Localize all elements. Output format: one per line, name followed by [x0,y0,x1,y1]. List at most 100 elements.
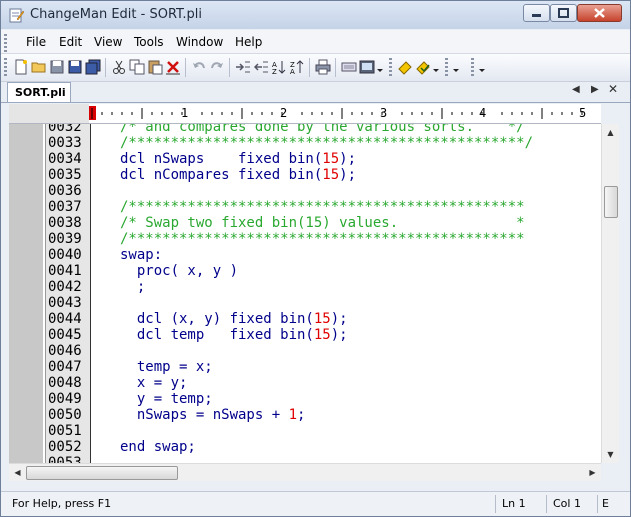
outdent-icon[interactable] [253,59,269,75]
menu-view[interactable]: View [94,35,122,49]
toolbar-grip[interactable] [389,58,392,77]
code-editor[interactable]: 0032 /* and compares done by the various … [9,124,601,463]
ruler-mark: 5 [579,106,587,120]
code-line[interactable]: dcl temp fixed bin(15); [120,327,348,343]
status-separator [597,495,598,513]
code-line[interactable]: /***************************************… [120,135,533,151]
code-line[interactable]: temp = x; [120,359,213,375]
menu-grip[interactable] [4,34,7,53]
save-icon[interactable] [49,59,65,75]
code-text-tail: ); [330,311,348,327]
sort-ascending-icon[interactable]: AZ [271,59,287,76]
bookmark-icon[interactable] [397,59,413,75]
tab-scroll-left-icon[interactable]: ◀ [572,84,580,95]
tab-bar: SORT.pli ◀ ▶ ✕ [1,82,630,103]
ruler-mark: 3 [380,106,388,120]
terminal-icon[interactable] [359,59,375,75]
vertical-scroll-thumb[interactable] [604,186,618,218]
toolbar-separator [185,58,186,77]
tab-sort-pli[interactable]: SORT.pli [7,82,71,102]
line-number: 0043 [48,295,82,311]
toolbar-grip[interactable] [445,58,448,77]
code-line[interactable]: x = y; [120,375,188,391]
horizontal-scroll-thumb[interactable] [26,466,178,480]
code-text: /* and compares done by the various sort… [120,124,525,135]
code-line[interactable]: end swap; [120,439,196,455]
code-line[interactable]: /***************************************… [120,231,525,247]
code-text: /* Swap two fixed bin(15) values. * [120,215,525,231]
indent-icon[interactable] [235,59,251,75]
code-line[interactable]: /* and compares done by the various sort… [120,124,525,135]
tab-scroll-right-icon[interactable]: ▶ [591,84,599,95]
code-line[interactable]: dcl nSwaps fixed bin(15); [120,151,356,167]
menu-help[interactable]: Help [235,35,262,49]
paste-icon[interactable] [147,59,163,75]
line-number: 0035 [48,167,82,183]
code-line[interactable]: ; [120,279,145,295]
editor-gutter[interactable] [9,124,43,463]
redo-icon[interactable] [209,59,225,75]
menu-tools[interactable]: Tools [134,35,164,49]
numeric-literal: 15 [322,151,340,167]
scroll-right-icon[interactable]: ▶ [584,464,601,481]
maximize-button[interactable] [550,4,577,22]
code-line[interactable]: proc( x, y ) [120,263,238,279]
tab-label: SORT.pli [15,86,66,99]
menu-bar: File Edit View Tools Window Help [1,30,630,54]
code-text: dcl nSwaps fixed bin( [120,151,323,167]
line-number: 0040 [48,247,82,263]
code-line[interactable]: nSwaps = nSwaps + 1; [120,407,306,423]
menu-window[interactable]: Window [176,35,223,49]
app-icon [8,7,25,23]
keyboard-icon[interactable] [341,59,357,75]
window-title: ChangeMan Edit - SORT.pli [30,7,203,22]
dropdown-arrow-icon[interactable] [479,59,495,75]
vertical-scrollbar[interactable]: ▲ ▼ [601,124,619,463]
code-line[interactable]: /***************************************… [120,199,525,215]
code-text: /***************************************… [120,135,534,151]
status-separator [546,495,547,513]
numeric-literal: 15 [322,167,340,183]
code-text: /***************************************… [120,231,525,247]
tab-close-icon[interactable]: ✕ [608,82,618,96]
minimize-button[interactable] [523,4,550,22]
toolbar-separator [105,58,106,77]
code-line[interactable]: /* Swap two fixed bin(15) values. * [120,215,525,231]
sort-descending-icon[interactable]: ZA [289,59,305,76]
svg-text:A: A [290,68,295,75]
copy-icon[interactable] [129,59,145,75]
open-folder-icon[interactable] [31,59,47,75]
scroll-down-icon[interactable]: ▼ [602,446,619,463]
dropdown-arrow-icon[interactable] [453,59,469,75]
save-all-icon[interactable] [85,59,101,75]
code-line[interactable]: y = temp; [120,391,213,407]
code-line[interactable]: swap: [120,247,162,263]
menu-edit[interactable]: Edit [59,35,82,49]
scroll-left-icon[interactable]: ◀ [9,464,26,481]
status-line: Ln 1 [502,497,526,510]
toolbar-grip[interactable] [4,58,7,77]
horizontal-scrollbar[interactable]: ◀ ▶ [9,463,601,481]
line-number: 0037 [48,199,82,215]
undo-icon[interactable] [191,59,207,75]
line-number: 0032 [48,124,82,135]
code-text: ; [120,279,146,295]
cut-icon[interactable] [111,59,127,75]
menu-file[interactable]: File [26,35,46,49]
line-number: 0042 [48,279,82,295]
print-icon[interactable] [315,59,331,75]
bookmark-next-icon[interactable] [415,59,431,75]
code-line[interactable]: dcl (x, y) fixed bin(15); [120,311,348,327]
new-file-icon[interactable] [13,59,29,75]
scroll-up-icon[interactable]: ▲ [602,124,619,141]
delete-icon[interactable] [165,59,181,75]
close-button[interactable] [577,4,622,22]
toolbar-grip[interactable] [471,58,474,77]
save-as-icon[interactable] [67,59,83,75]
code-line[interactable]: dcl nCompares fixed bin(15); [120,167,356,183]
toolbar: AZ ZA [1,54,630,82]
ruler-mark: 4 [479,106,487,120]
code-text: proc( x, y ) [120,263,239,279]
line-number: 0038 [48,215,82,231]
line-number: 0036 [48,183,82,199]
